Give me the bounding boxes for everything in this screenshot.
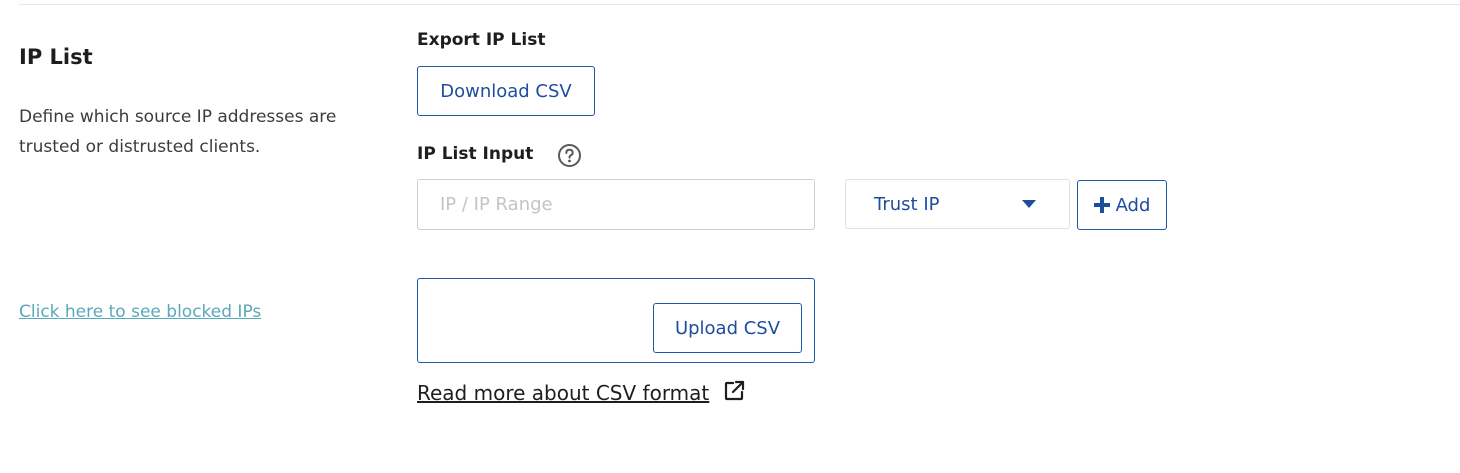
ip-list-settings: IP List Define which source IP addresses…	[0, 0, 1460, 473]
trust-type-value: Trust IP	[874, 193, 940, 215]
plus-icon	[1093, 197, 1110, 213]
top-divider	[19, 4, 1460, 5]
caret-down-icon	[1022, 200, 1036, 208]
blocked-ips-link[interactable]: Click here to see blocked IPs	[19, 302, 261, 322]
export-ip-list-label: Export IP List	[417, 30, 546, 50]
ip-range-input[interactable]	[417, 179, 815, 230]
download-csv-button[interactable]: Download CSV	[417, 66, 595, 116]
external-link-icon[interactable]	[723, 379, 746, 402]
add-ip-button[interactable]: Add	[1077, 180, 1167, 230]
section-title: IP List	[19, 45, 93, 69]
question-circle-icon[interactable]	[557, 143, 582, 168]
read-more-row: Read more about CSV format	[417, 379, 746, 405]
ip-list-input-label: IP List Input	[417, 144, 534, 164]
section-description: Define which source IP addresses are tru…	[19, 107, 337, 157]
add-button-label: Add	[1115, 194, 1151, 216]
upload-csv-button[interactable]: Upload CSV	[653, 303, 802, 353]
csv-format-link[interactable]: Read more about CSV format	[417, 381, 709, 405]
trust-type-select[interactable]: Trust IP	[845, 179, 1070, 229]
